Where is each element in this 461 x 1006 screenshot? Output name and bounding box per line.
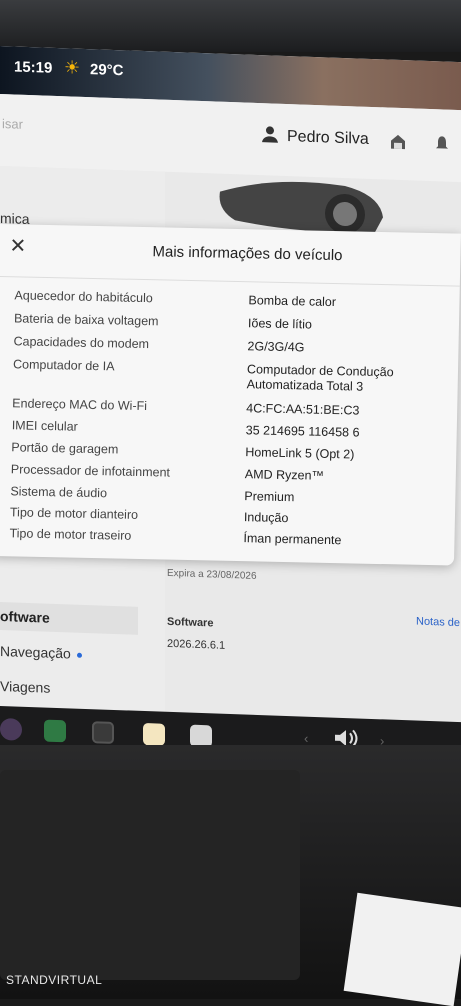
vehicle-image (219, 181, 383, 235)
screen-bezel (0, 0, 461, 52)
info-label: Tipo de motor traseiro (9, 526, 132, 543)
info-label: Bateria de baixa voltagem (13, 311, 159, 329)
info-value: HomeLink 5 (Opt 2) (245, 445, 355, 462)
info-label: Aquecedor do habitáculo (14, 288, 153, 306)
paper-sheet (343, 892, 461, 1006)
connectivity-expiry: Expira a 23/08/2026 (167, 567, 257, 582)
update-badge (76, 652, 82, 658)
info-label: Sistema de áudio (10, 484, 108, 501)
garage-icon[interactable] (390, 134, 406, 151)
profile-name[interactable]: Pedro Silva (287, 128, 369, 149)
sidebar-item-trips[interactable]: Viagens (0, 678, 50, 696)
vehicle-info-modal: ✕ Mais informações do veículo Aquecedor … (0, 224, 461, 566)
manual-info-icon[interactable] (190, 724, 212, 748)
info-value: 2G/3G/4G (247, 339, 305, 355)
apps-launcher-icon[interactable] (44, 719, 66, 743)
release-notes-link[interactable]: Notas de (416, 616, 460, 630)
sidebar-item-software[interactable]: oftware (0, 602, 138, 635)
info-row: Tipo de motor traseiro Íman permanente (0, 526, 455, 547)
info-row: Portão de garagem HomeLink 5 (Opt 2) (0, 440, 456, 461)
chevron-left-icon[interactable]: ‹ (304, 731, 308, 746)
user-icon[interactable] (262, 125, 278, 144)
info-row: Bateria de baixa voltagem Iões de lítio (0, 311, 459, 331)
info-row: Capacidades do modem 2G/3G/4G (0, 334, 459, 354)
info-value: Indução (243, 510, 289, 526)
info-row: Processador de infotainment AMD Ryzen™ (0, 462, 456, 483)
notepad-icon[interactable] (143, 722, 165, 746)
sidebar-item-navigation[interactable]: Navegação (0, 643, 82, 662)
software-version: 2026.26.6.1 (167, 637, 226, 652)
info-value-line: Automatizada Total 3 (246, 377, 364, 394)
info-value: Íman permanente (243, 531, 342, 548)
console-pad (0, 770, 300, 980)
watermark-logo: STANDVIRTUAL (6, 973, 103, 987)
info-value: Premium (244, 489, 295, 505)
info-value: Iões de lítio (247, 316, 313, 332)
search-field[interactable]: isar (2, 116, 23, 132)
info-row: Computador de IA Computador de Condução … (0, 357, 458, 393)
info-value: Bomba de calor (248, 293, 337, 310)
info-value: 4C:FC:AA:51:BE:C3 (246, 401, 360, 418)
bell-icon[interactable] (435, 135, 449, 151)
info-label: Capacidades do modem (13, 334, 150, 352)
info-label: Endereço MAC do Wi-Fi (12, 396, 148, 414)
clock: 15:19 (14, 58, 53, 77)
modal-title: Mais informações do veículo (152, 243, 343, 265)
info-label: IMEI celular (11, 418, 78, 434)
info-label: Tipo de motor dianteiro (9, 505, 139, 522)
info-value: AMD Ryzen™ (244, 467, 325, 483)
info-label: Computador de IA (12, 357, 115, 374)
info-row: Endereço MAC do Wi-Fi 4C:FC:AA:51:BE:C3 (0, 396, 457, 417)
outside-temperature: 29°C (90, 61, 124, 80)
sun-icon: ☀ (64, 57, 81, 78)
info-value: Computador de Condução Automatizada Tota… (247, 362, 394, 395)
sidebar-item-label: Navegação (0, 643, 71, 662)
divider (0, 275, 460, 287)
software-heading: Software (167, 615, 214, 630)
info-row: Tipo de motor dianteiro Indução (0, 505, 455, 525)
info-row: IMEI celular 35 214695 116458 6 (0, 418, 457, 439)
info-row: Sistema de áudio Premium (0, 484, 455, 504)
info-row: Aquecedor do habitáculo Bomba de calor (0, 288, 460, 309)
info-label: Processador de infotainment (10, 462, 171, 480)
camera-app-icon[interactable] (0, 718, 22, 741)
close-icon[interactable]: ✕ (9, 235, 26, 257)
info-value: 35 214695 116458 6 (245, 423, 360, 440)
dashcam-icon[interactable] (92, 721, 114, 744)
info-label: Portão de garagem (11, 440, 119, 457)
